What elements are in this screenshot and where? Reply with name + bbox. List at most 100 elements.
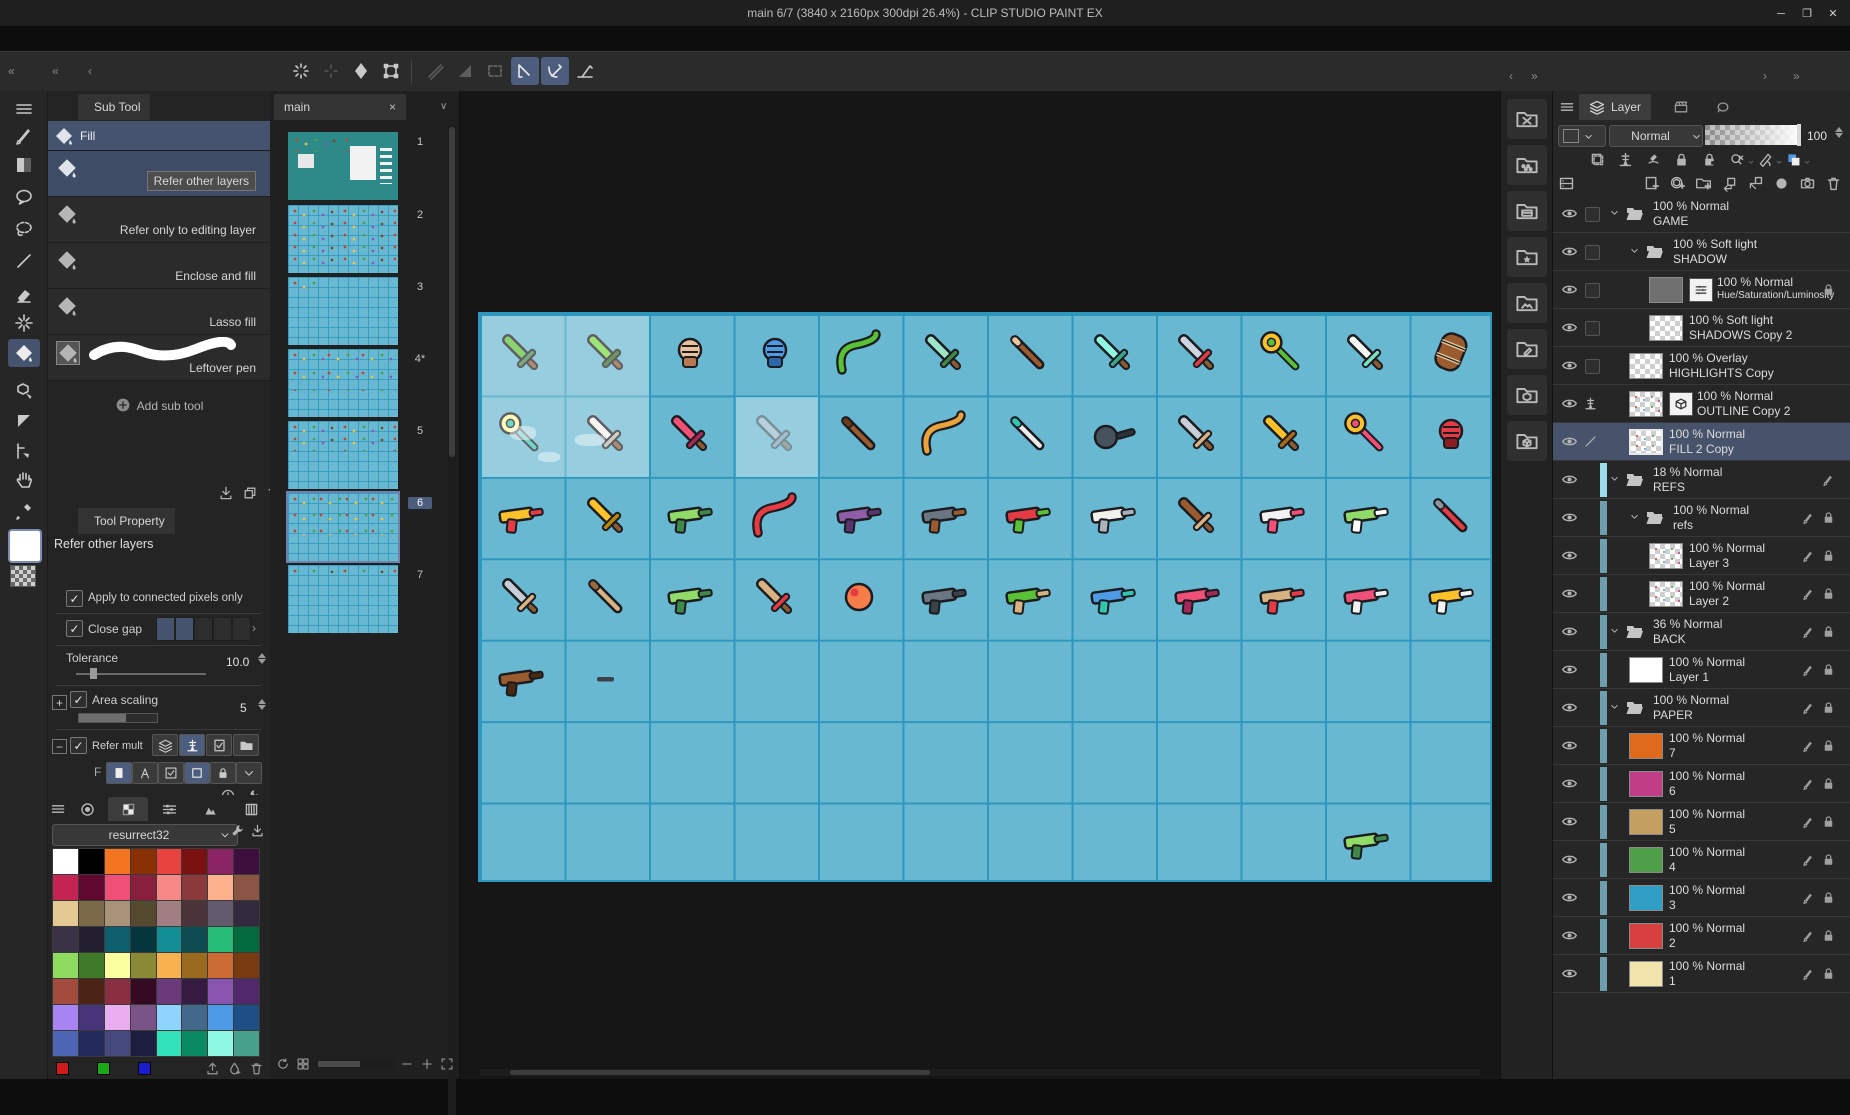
opacity-slider[interactable] <box>1705 124 1801 146</box>
main-color-swatch[interactable] <box>8 529 42 563</box>
eye-icon[interactable] <box>1561 699 1578 716</box>
color-swatch-26bc77[interactable] <box>208 927 234 952</box>
close-gap-segment[interactable] <box>213 617 232 641</box>
color-swatch-eaadf0[interactable] <box>104 1005 130 1030</box>
materials-pattern-icon[interactable] <box>1507 145 1547 185</box>
color-swatch-3c0f3c[interactable] <box>234 849 259 874</box>
canvas-document[interactable] <box>478 312 1492 882</box>
layer-row-layer-3[interactable]: 100 % Normal Layer 3 <box>1553 537 1850 575</box>
hand-tool[interactable] <box>8 465 40 493</box>
page-zoom-scrollbar[interactable] <box>316 1060 394 1068</box>
snap-to-guide-icon[interactable] <box>571 57 599 85</box>
object-3d-tool[interactable] <box>8 377 40 405</box>
layer-row-6[interactable]: 100 % Normal 6 <box>1553 765 1850 803</box>
layer-thumbnail[interactable] <box>1629 391 1663 417</box>
color-swatch-8fdb60[interactable] <box>53 953 78 978</box>
color-swatch-1e4e86[interactable] <box>234 1005 259 1030</box>
close-gap-segment[interactable] <box>232 617 251 641</box>
close-gap-segment[interactable] <box>194 617 213 641</box>
chevron-right-icon[interactable]: › <box>252 621 256 635</box>
transparent-color-swatch[interactable] <box>10 565 36 587</box>
layers-stack-icon[interactable] <box>152 734 178 756</box>
page-thumbnail-4[interactable] <box>288 349 398 417</box>
collapse-left-icon[interactable]: « <box>8 64 15 78</box>
subtool-group-fill[interactable]: Fill <box>48 121 270 151</box>
page-thumbnail-1[interactable] <box>288 132 398 200</box>
eye-icon[interactable] <box>1561 927 1578 944</box>
chevron-down-icon[interactable] <box>1775 155 1783 169</box>
collapse-left-icon[interactable]: ‹ <box>88 64 92 78</box>
tool-property-tab[interactable]: Tool Property <box>78 508 175 534</box>
layer-row-outline-copy-2[interactable]: 100 % Normal OUTLINE Copy 2 <box>1553 385 1850 423</box>
frame-border-tool[interactable] <box>8 407 40 435</box>
add-subtool-button[interactable]: Add sub tool <box>48 391 270 421</box>
layer-thumbnail[interactable] <box>1649 543 1683 569</box>
thumbnail-grid-icon[interactable] <box>296 1057 310 1071</box>
slider-thumb[interactable] <box>90 668 97 679</box>
list-panel-icon[interactable] <box>1558 175 1575 192</box>
color-swatch-8a5544[interactable] <box>234 875 259 900</box>
close-button[interactable]: ✕ <box>1820 3 1846 23</box>
layer-row-3[interactable]: 100 % Normal 3 <box>1553 879 1850 917</box>
tab-layer[interactable]: Layer <box>1579 94 1652 120</box>
layer-row-layer-2[interactable]: 100 % Normal Layer 2 <box>1553 575 1850 613</box>
layer-row-layer-1[interactable]: 100 % Normal Layer 1 <box>1553 651 1850 689</box>
color-swatch-8ff8e2[interactable] <box>208 1031 234 1056</box>
color-swatch-241f30[interactable] <box>78 927 104 952</box>
square-icon[interactable] <box>184 762 210 784</box>
eye-icon[interactable] <box>1561 547 1578 564</box>
color-swatch-e8433e[interactable] <box>156 849 182 874</box>
palette-menu-icon[interactable] <box>8 95 40 123</box>
duplicate-icon[interactable] <box>242 485 258 501</box>
color-swatch-8a55b0[interactable] <box>208 979 234 1004</box>
expand-chevron-icon[interactable] <box>1609 207 1620 221</box>
color-swatch-0a8a62[interactable] <box>182 1031 208 1056</box>
ruler-cube-icon[interactable] <box>1757 151 1774 168</box>
page-list-scrollbar[interactable] <box>448 125 456 1115</box>
page-thumbnail-2[interactable] <box>288 205 398 273</box>
color-set-icon-tab[interactable] <box>108 797 148 821</box>
color-swatch-46a08a[interactable] <box>234 1031 259 1056</box>
color-swatch-05353d[interactable] <box>130 927 156 952</box>
collapse-icon[interactable]: − <box>52 739 67 754</box>
eye-icon[interactable] <box>1561 319 1578 336</box>
pentap-icon[interactable] <box>1645 151 1662 168</box>
eye-icon[interactable] <box>1561 243 1578 260</box>
layer-thumbnail[interactable] <box>1649 315 1683 341</box>
checkbox[interactable]: ✓ <box>70 691 87 708</box>
snap-to-special-ruler-icon[interactable] <box>541 57 569 85</box>
page-thumbnail-3[interactable] <box>288 277 398 345</box>
flip-view-icon[interactable] <box>347 57 375 85</box>
opacity-spinner[interactable] <box>1835 127 1843 138</box>
tolerance-spinner[interactable] <box>258 653 266 664</box>
subtool-item-leftover-pen[interactable]: Leftover pen <box>48 335 270 381</box>
correct-line-tool[interactable] <box>8 437 40 465</box>
color-swatch-6b3a7a[interactable] <box>156 979 182 1004</box>
color-swatch-645a6e[interactable] <box>208 901 234 926</box>
collapse-materials-icon[interactable]: ‹ <box>1509 69 1513 83</box>
collapse-left-icon[interactable]: « <box>52 64 59 78</box>
layer-row-fill-2-copy[interactable]: 100 % Normal FILL 2 Copy <box>1553 423 1850 461</box>
expand-chevron-icon[interactable] <box>1609 625 1620 639</box>
color-swatch-4d65b4[interactable] <box>53 1031 78 1056</box>
minimize-button[interactable]: ─ <box>1768 4 1794 24</box>
layer-thumbnail[interactable] <box>1649 581 1683 607</box>
color-wheel-icon-tab[interactable] <box>67 797 107 821</box>
expand-chevron-icon[interactable] <box>1629 245 1640 259</box>
collapse-materials-icon[interactable]: » <box>1531 69 1538 83</box>
layer-thumbnail[interactable] <box>1629 923 1663 949</box>
materials-3d-b-icon[interactable] <box>1507 421 1547 461</box>
history-color-swatch[interactable] <box>138 1061 151 1075</box>
color-swatch-44688a[interactable] <box>182 1005 208 1030</box>
color-swatch-8a8a35[interactable] <box>130 953 156 978</box>
refresh-icon[interactable] <box>276 1057 290 1071</box>
layer-row-game[interactable]: 100 % Normal GAME <box>1553 195 1850 233</box>
expand-chevron-icon[interactable] <box>1609 473 1620 487</box>
wrench-icon[interactable] <box>230 823 245 838</box>
color-swatch-cd6b35[interactable] <box>208 953 234 978</box>
fit-screen-icon[interactable] <box>440 1057 454 1071</box>
layer-row-shadow[interactable]: 100 % Soft light SHADOW <box>1553 233 1850 271</box>
palette-menu-icon[interactable] <box>50 801 66 817</box>
color-swatch-332b3d[interactable] <box>234 901 259 926</box>
layer-thumbnail[interactable] <box>1629 657 1663 683</box>
